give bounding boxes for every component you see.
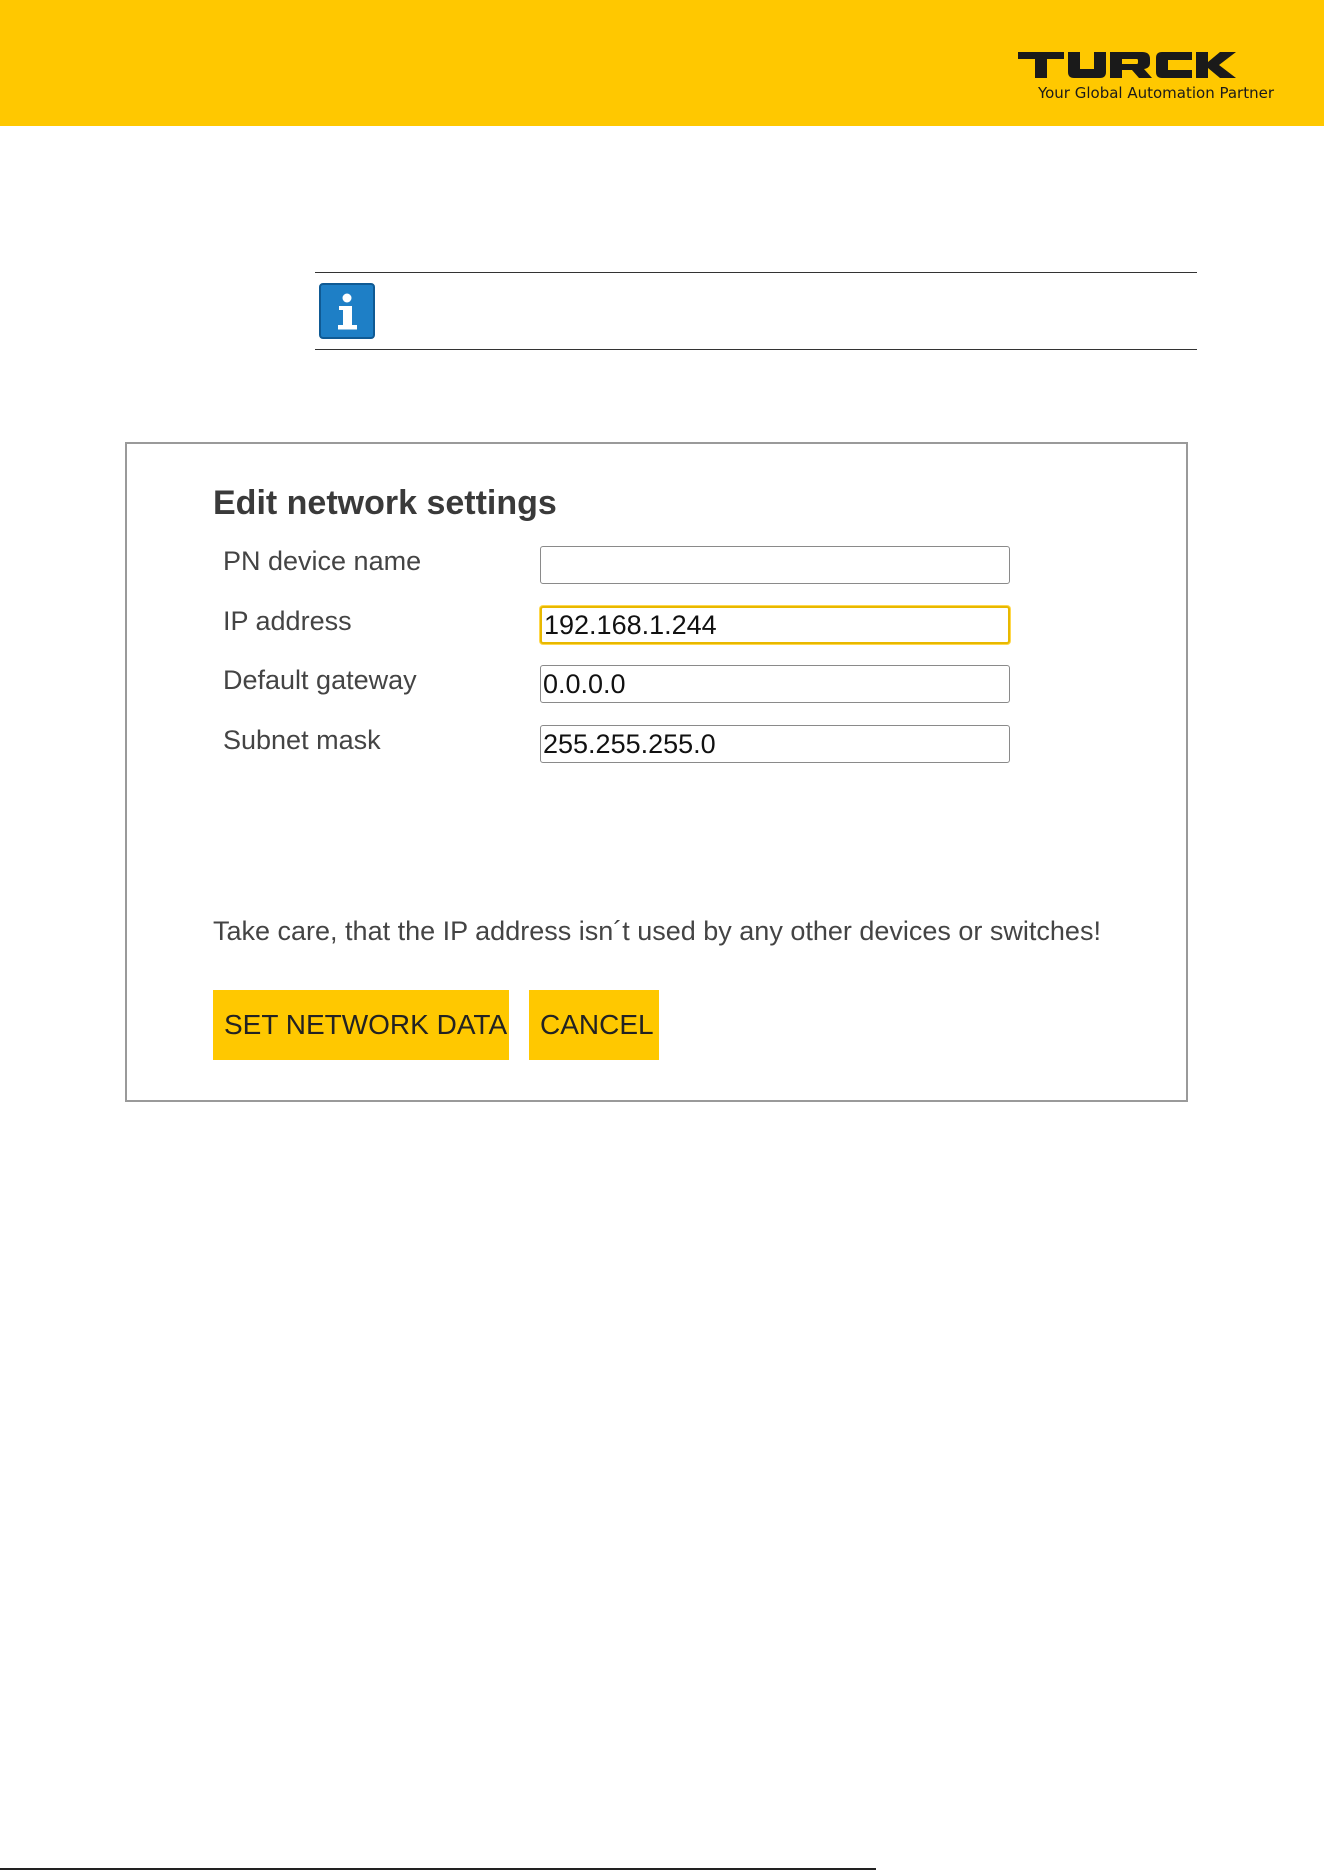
subnet-mask-label: Subnet mask <box>223 725 381 755</box>
dialog-title: Edit network settings <box>213 484 557 522</box>
ip-address-input[interactable] <box>540 606 1010 644</box>
info-note <box>315 272 1197 350</box>
turck-wordmark <box>1018 52 1236 78</box>
set-network-data-button[interactable]: SET NETWORK DATA <box>213 990 509 1060</box>
subnet-mask-input[interactable] <box>540 725 1010 763</box>
footer-divider <box>0 1868 876 1870</box>
ip-warning-text: Take care, that the IP address isn´t use… <box>213 916 1101 946</box>
logo-tagline: Your Global Automation Partner <box>1037 84 1274 102</box>
network-settings-dialog: Edit network settings PN device name IP … <box>125 442 1188 1102</box>
turck-logo: Your Global Automation Partner <box>1014 50 1274 102</box>
default-gateway-label: Default gateway <box>223 665 417 695</box>
ip-address-label: IP address <box>223 606 352 636</box>
pn-device-name-input[interactable] <box>540 546 1010 584</box>
cancel-button[interactable]: CANCEL <box>529 990 659 1060</box>
info-icon <box>319 283 375 339</box>
pn-device-name-label: PN device name <box>223 546 422 576</box>
default-gateway-input[interactable] <box>540 665 1010 703</box>
header-band: Your Global Automation Partner <box>0 0 1324 126</box>
